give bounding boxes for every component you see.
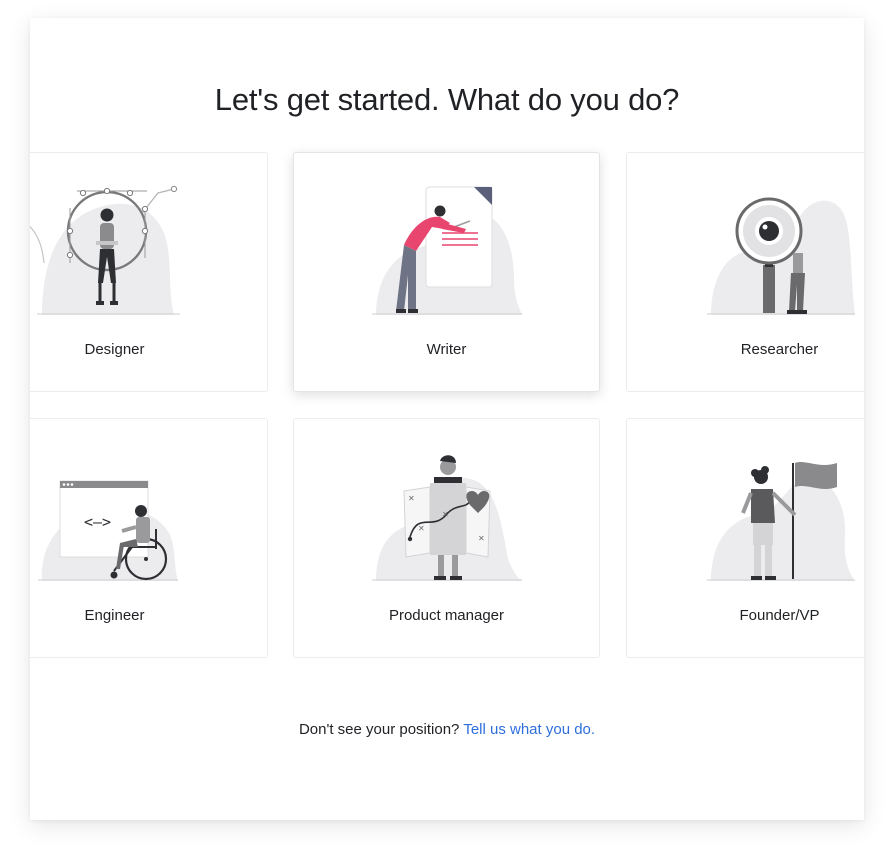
svg-text:✕: ✕ <box>408 494 415 503</box>
role-label-researcher: Researcher <box>740 341 819 358</box>
role-label-engineer: Engineer <box>84 607 145 624</box>
svg-text:<—>: <—> <box>84 513 111 531</box>
role-label-founder-vp: Founder/VP <box>739 607 820 624</box>
role-card-founder-vp[interactable]: Founder/VP <box>626 418 864 658</box>
tell-us-link[interactable]: Tell us what you do. <box>463 721 595 738</box>
researcher-illustration <box>707 197 855 315</box>
footer-prompt: Don't see your position? Tell us what yo… <box>30 721 864 738</box>
role-card-product-manager[interactable]: ✕ ✕ ✕ ✕ Product manager <box>293 418 600 658</box>
svg-text:✕: ✕ <box>418 524 425 533</box>
engineer-illustration: <—> <box>38 480 179 581</box>
writer-illustration <box>372 186 522 315</box>
product-manager-illustration: ✕ ✕ ✕ ✕ <box>372 455 522 581</box>
role-card-engineer[interactable]: <—> Engineer <box>30 418 268 658</box>
role-label-product-manager: Product manager <box>388 607 505 624</box>
footer-prompt-text: Don't see your position? <box>298 721 460 738</box>
role-selection-panel: Let's get started. What do you do? Desig… <box>30 18 864 820</box>
role-card-designer[interactable]: Designer <box>30 152 268 392</box>
role-label-designer: Designer <box>84 341 145 358</box>
role-label-writer: Writer <box>426 341 467 358</box>
page-title: Let's get started. What do you do? <box>214 82 680 117</box>
founder-illustration <box>707 462 855 581</box>
role-card-writer[interactable]: Writer <box>293 152 600 392</box>
svg-text:✕: ✕ <box>442 510 449 519</box>
role-card-researcher[interactable]: Researcher <box>626 152 864 392</box>
svg-text:✕: ✕ <box>478 534 485 543</box>
designer-illustration <box>30 185 180 315</box>
